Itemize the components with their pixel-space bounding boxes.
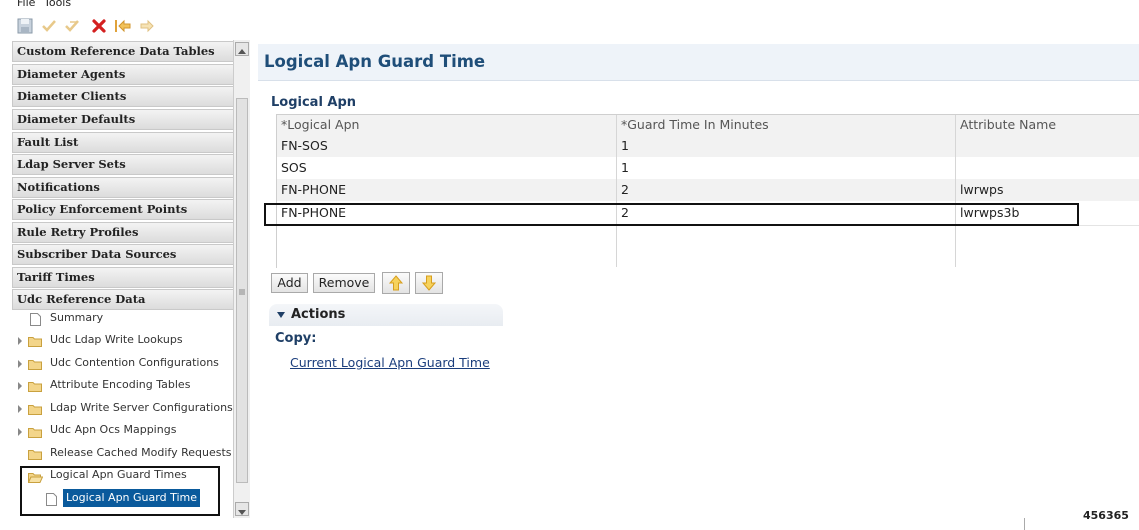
tree-item-udc-contention-configurations[interactable]: Udc Contention Configurations: [50, 355, 219, 371]
back-icon[interactable]: [114, 17, 132, 35]
cell-attribute-name: lwrwps: [960, 182, 1004, 197]
expand-arrow-icon[interactable]: [18, 382, 22, 390]
expand-arrow-icon[interactable]: [18, 360, 22, 368]
highlight-box: [264, 203, 1079, 226]
folder-icon: [28, 428, 42, 438]
table-row[interactable]: FN-PHONE 2 lwrwps: [277, 179, 1139, 201]
delete-icon[interactable]: [90, 17, 108, 35]
nav-policy-enforcement-points[interactable]: Policy Enforcement Points: [12, 199, 237, 220]
nav-subscriber-data-sources[interactable]: Subscriber Data Sources: [12, 244, 237, 265]
tree-item-attribute-encoding-tables[interactable]: Attribute Encoding Tables: [50, 377, 190, 393]
cell-guard-time: 1: [621, 138, 629, 153]
column-divider: [955, 115, 956, 267]
scroll-up-button[interactable]: [235, 42, 249, 56]
menu-tools[interactable]: Tools: [44, 0, 71, 9]
section-title: Logical Apn: [271, 95, 357, 110]
tree-item-udc-ldap-write-lookups[interactable]: Udc Ldap Write Lookups: [50, 332, 183, 348]
tree-item-summary[interactable]: Summary: [50, 310, 103, 326]
tree-item-udc-apn-ocs-mappings[interactable]: Udc Apn Ocs Mappings: [50, 422, 176, 438]
cell-attribute-name: [956, 135, 1139, 157]
grip-icon: [239, 289, 245, 295]
figure-id: 456365: [1083, 509, 1129, 522]
nav-diameter-defaults[interactable]: Diameter Defaults: [12, 109, 237, 130]
cell-guard-time: 2: [621, 182, 629, 197]
save-icon[interactable]: [16, 17, 34, 35]
forward-icon[interactable]: [138, 17, 156, 35]
column-header-guard-time[interactable]: *Guard Time In Minutes: [617, 115, 957, 137]
page-title: Logical Apn Guard Time: [264, 52, 486, 71]
table-row[interactable]: FN-SOS 1: [277, 135, 1139, 157]
expand-arrow-icon[interactable]: [18, 405, 22, 413]
nav-rule-retry-profiles[interactable]: Rule Retry Profiles: [12, 222, 237, 243]
table-row[interactable]: SOS 1: [277, 157, 1139, 179]
column-header-logical-apn[interactable]: *Logical Apn: [277, 115, 617, 137]
nav-diameter-agents[interactable]: Diameter Agents: [12, 64, 237, 85]
tree-item-ldap-write-server-configurations[interactable]: Ldap Write Server Configurations: [50, 400, 233, 416]
document-icon: [30, 313, 41, 326]
page-header: Logical Apn Guard Time: [258, 44, 1139, 81]
scroll-thumb[interactable]: [236, 98, 248, 483]
folder-icon: [28, 337, 42, 347]
navigation-scrollbar[interactable]: [233, 40, 250, 518]
arrow-up-icon: [388, 275, 404, 291]
nav-udc-reference-data[interactable]: Udc Reference Data: [12, 289, 237, 310]
collapse-triangle-icon: [277, 312, 285, 318]
highlight-box: [20, 466, 220, 516]
navigation-pane: Custom Reference Data Tables Diameter Ag…: [10, 40, 250, 518]
folder-icon: [28, 382, 42, 392]
tree-item-release-cached-modify-requests[interactable]: Release Cached Modify Requests: [50, 445, 232, 461]
cell-guard-time: 1: [621, 160, 629, 175]
approve-all-icon[interactable]: [64, 17, 82, 35]
logical-apn-table: *Logical Apn *Guard Time In Minutes Attr…: [276, 114, 1139, 268]
nav-fault-list[interactable]: Fault List: [12, 132, 237, 153]
move-down-button[interactable]: [415, 272, 443, 294]
cell-logical-apn: FN-PHONE: [281, 182, 347, 197]
scroll-up-icon: [238, 49, 246, 54]
nav-notifications[interactable]: Notifications: [12, 177, 237, 198]
cell-attribute-name: [956, 157, 1139, 179]
add-button[interactable]: Add: [271, 273, 308, 293]
menu-bar: File Tools: [0, 0, 1139, 12]
table-empty-row[interactable]: [277, 225, 1139, 268]
nav-custom-reference-data-tables[interactable]: Custom Reference Data Tables: [12, 41, 237, 62]
move-up-button[interactable]: [382, 272, 410, 294]
table-header-row: *Logical Apn *Guard Time In Minutes Attr…: [277, 115, 1139, 136]
scroll-down-icon: [238, 510, 246, 515]
nav-diameter-clients[interactable]: Diameter Clients: [12, 86, 237, 107]
arrow-down-icon: [421, 275, 437, 291]
folder-icon: [28, 360, 42, 370]
actions-panel-header[interactable]: Actions: [269, 304, 503, 326]
folder-icon: [28, 405, 42, 415]
column-header-attribute-name[interactable]: Attribute Name: [956, 115, 1139, 137]
expand-arrow-icon[interactable]: [18, 337, 22, 345]
copy-label: Copy:: [275, 331, 317, 346]
copy-current-logical-apn-guard-time-link[interactable]: Current Logical Apn Guard Time: [290, 355, 490, 370]
nav-ldap-server-sets[interactable]: Ldap Server Sets: [12, 154, 237, 175]
divider: [1024, 518, 1025, 530]
cell-logical-apn: FN-SOS: [281, 138, 328, 153]
column-divider: [616, 115, 617, 267]
expand-arrow-icon[interactable]: [18, 428, 22, 436]
nav-tariff-times[interactable]: Tariff Times: [12, 267, 237, 288]
scroll-down-button[interactable]: [235, 502, 249, 516]
cell-logical-apn: SOS: [281, 160, 307, 175]
folder-icon: [28, 450, 42, 460]
menu-file[interactable]: File: [17, 0, 35, 9]
actions-label: Actions: [291, 307, 346, 322]
approve-icon[interactable]: [40, 17, 58, 35]
remove-button[interactable]: Remove: [313, 273, 375, 293]
